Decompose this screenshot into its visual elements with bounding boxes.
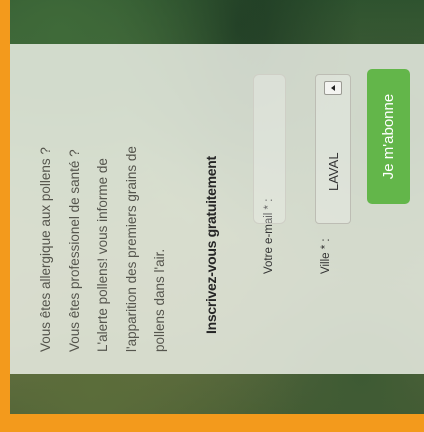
intro-line: Vous êtes professionel de santé ? [66,149,82,352]
dropdown-arrow-icon[interactable] [324,81,342,95]
intro-line: Vous êtes allergique aux pollens ? [38,147,53,352]
subscribe-button[interactable]: Je m'abonne [367,69,410,204]
form-heading: Inscrivez-vous gratuitement [203,156,219,334]
intro-line: L'alerte pollens! vous informe de [95,158,110,352]
subscription-widget: Vous êtes allergique aux pollens ? Vous … [10,44,424,374]
intro-line: l'apparition des premiers grains de [123,146,139,352]
intro-text: Vous êtes allergique aux pollens ? Vous … [32,56,175,352]
ville-label: Ville * : [320,238,332,274]
intro-line: pollens dans l'air. [152,248,167,352]
email-field[interactable] [253,74,286,224]
ville-select-value: LAVAL [326,152,341,191]
ville-select[interactable]: LAVAL [315,74,351,224]
